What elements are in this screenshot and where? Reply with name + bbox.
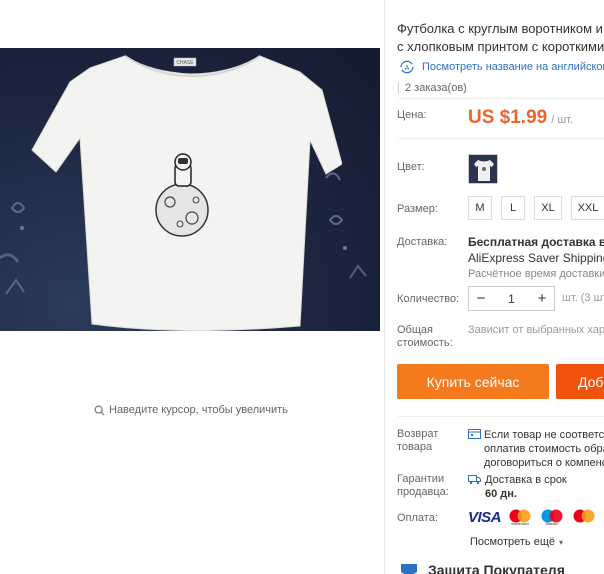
payment-label: Оплата: xyxy=(397,512,438,524)
size-label: Размер: xyxy=(397,203,438,215)
size-option-xxl[interactable]: XXL xyxy=(571,196,604,220)
svg-text:Maestro: Maestro xyxy=(546,522,559,526)
quantity-input[interactable]: 1 xyxy=(493,292,530,306)
translate-icon: A xyxy=(400,60,414,74)
product-main-image[interactable]: CHASE xyxy=(0,48,380,331)
translate-title-link[interactable]: A Посмотреть название на английском xyxy=(398,60,604,74)
return-policy-line-3: договориться о компенс xyxy=(484,457,604,469)
zoom-hint: Наведите курсор, чтобы увеличить xyxy=(94,404,288,416)
orders-separator xyxy=(398,98,604,99)
top-strip xyxy=(0,0,384,20)
price-amount: US $1.99 xyxy=(468,107,548,128)
return-label: Возврат товара xyxy=(397,428,438,454)
orders-count: 2 заказа(ов) xyxy=(398,78,604,98)
calendar-icon xyxy=(468,429,481,439)
guarantee-label-line-2: продавца: xyxy=(397,486,449,498)
price-label: Цена: xyxy=(397,109,427,121)
shipping-eta: Расчётное время доставки: xyxy=(468,268,604,280)
buy-now-button[interactable]: Купить сейчас xyxy=(397,364,549,399)
shipping-free-text: Бесплатная доставка в Ru xyxy=(468,235,604,249)
more-payment-link[interactable]: Посмотреть ещё ▾ xyxy=(470,536,563,548)
guarantee-line-1: Доставка в срок xyxy=(485,474,567,486)
quantity-decrease-button[interactable]: − xyxy=(469,287,493,310)
maestro-logo: Maestro xyxy=(541,509,563,526)
add-to-cart-button[interactable]: Доб xyxy=(556,364,604,399)
quantity-stepper: − 1 + xyxy=(468,286,555,311)
title-line-1: Футболка с круглым воротником и xyxy=(397,21,603,36)
mastercard-logo: mastercard xyxy=(509,509,531,526)
size-option-l[interactable]: L xyxy=(501,196,525,220)
product-title: Футболка с круглым воротником и с хлопко… xyxy=(397,20,604,56)
magnifier-icon xyxy=(94,405,105,416)
shield-icon xyxy=(401,564,417,574)
orders-divider xyxy=(398,82,399,94)
title-line-2: с хлопковым принтом с короткими xyxy=(397,39,604,54)
size-options: M L XL XXL xyxy=(468,196,604,220)
shipping-method[interactable]: AliExpress Saver Shipping xyxy=(468,251,604,265)
color-option-white[interactable] xyxy=(468,154,498,184)
shipping-method-label[interactable]: AliExpress Saver Shipping xyxy=(468,251,604,265)
total-label-line-2: стоимость: xyxy=(397,337,453,349)
payment-methods: VISA mastercard Maestro MI xyxy=(468,508,604,527)
return-label-line-2: товара xyxy=(397,441,433,453)
quantity-available: шт. (3 шт xyxy=(562,292,604,304)
color-label: Цвет: xyxy=(397,161,425,173)
guarantee-line-2: 60 дн. xyxy=(485,488,517,500)
chevron-down-icon: ▾ xyxy=(558,537,563,547)
return-policy-line-1: Если товар не соответств xyxy=(484,429,604,441)
buttons-separator xyxy=(398,416,604,417)
size-option-m[interactable]: M xyxy=(468,196,492,220)
guarantee-label-line-1: Гарантии xyxy=(397,473,445,485)
shipping-info: Бесплатная доставка в Ru AliExpress Save… xyxy=(468,235,604,280)
column-divider xyxy=(384,0,385,574)
translate-link-label[interactable]: Посмотреть название на английском xyxy=(422,61,604,73)
size-option-xl[interactable]: XL xyxy=(534,196,562,220)
quantity-label: Количество: xyxy=(397,293,460,305)
orders-text: 2 заказа(ов) xyxy=(405,82,467,94)
return-policy-line-2: оплатив стоимость обра xyxy=(484,443,604,455)
more-payment-label[interactable]: Посмотреть ещё xyxy=(470,536,555,548)
collar-tag-label: CHASE xyxy=(176,60,194,66)
zoom-hint-text: Наведите курсор, чтобы увеличить xyxy=(109,404,288,416)
svg-text:mastercard: mastercard xyxy=(511,522,529,526)
delivery-truck-icon xyxy=(468,475,481,485)
buyer-protection-heading: Защита Покупателя xyxy=(398,562,565,574)
guarantee-text: Доставка в срок 60 дн. xyxy=(485,473,567,501)
total-label-line-1: Общая xyxy=(397,324,433,336)
svg-text:A: A xyxy=(405,65,410,72)
color-thumb-tshirt xyxy=(469,155,497,183)
price-block: US $1.99 / шт. xyxy=(468,107,573,129)
return-policy-text: Если товар не соответств оплатив стоимос… xyxy=(484,428,604,470)
guarantee-label: Гарантии продавца: xyxy=(397,473,449,499)
total-note: Зависит от выбранных хара xyxy=(468,324,604,336)
mastercard-logo-2 xyxy=(573,509,595,523)
price-separator xyxy=(398,138,604,139)
buyer-protection-title: Защита Покупателя xyxy=(428,562,565,574)
shipping-label: Доставка: xyxy=(397,236,448,248)
price-unit: / шт. xyxy=(551,114,574,126)
total-label: Общая стоимость: xyxy=(397,324,453,350)
visa-logo: VISA xyxy=(468,508,502,526)
quantity-increase-button[interactable]: + xyxy=(530,287,554,310)
tshirt-image: CHASE xyxy=(31,55,342,331)
return-label-line-1: Возврат xyxy=(397,428,439,440)
